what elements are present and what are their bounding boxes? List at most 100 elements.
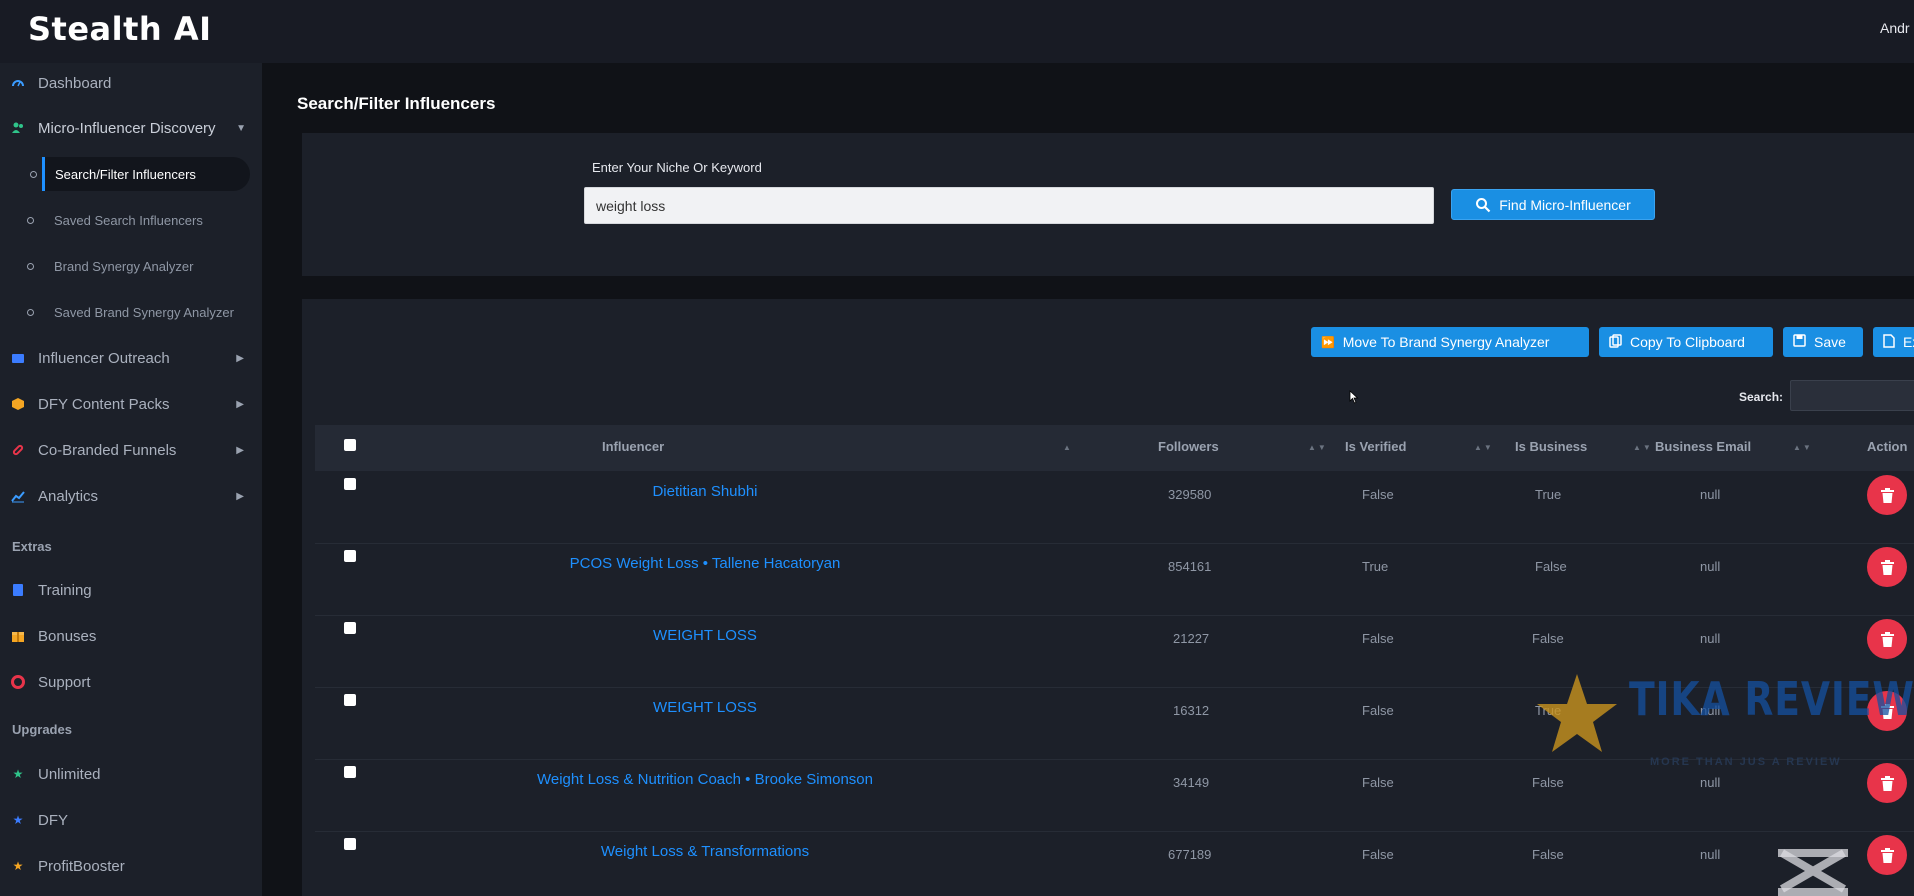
sort-icon[interactable]: ▲▼ xyxy=(1474,443,1494,452)
business-value: False xyxy=(1532,631,1564,646)
verified-value: True xyxy=(1362,559,1389,574)
sidebar-item-co-branded-funnels[interactable]: Co-Branded Funnels ▶ xyxy=(0,433,262,467)
influencer-link[interactable]: WEIGHT LOSS xyxy=(405,699,1005,716)
email-value: null xyxy=(1700,847,1721,862)
export-all-button[interactable]: Export All To xyxy=(1873,327,1914,357)
star-logo-icon xyxy=(1537,674,1617,752)
email-value: null xyxy=(1700,559,1721,574)
sidebar-item-label: Micro-Influencer Discovery xyxy=(38,119,216,137)
delete-button[interactable] xyxy=(1867,835,1907,875)
col-influencer[interactable]: Influencer xyxy=(602,439,664,454)
gift-icon xyxy=(10,628,26,644)
email-value: null xyxy=(1700,487,1721,502)
col-business-email[interactable]: Business Email xyxy=(1655,439,1751,454)
business-value: False xyxy=(1532,775,1564,790)
caret-down-icon: ▼ xyxy=(236,122,246,134)
sidebar-item-unlimited[interactable]: ★ Unlimited xyxy=(0,757,262,791)
sidebar-subitem-saved-brand-synergy-analyzer[interactable]: Saved Brand Synergy Analyzer xyxy=(0,295,262,329)
search-icon xyxy=(1476,197,1491,212)
email-value: null xyxy=(1700,631,1721,646)
sort-icon[interactable]: ▲▼ xyxy=(1308,443,1328,452)
sidebar-item-training[interactable]: Training xyxy=(0,573,262,607)
delete-button[interactable] xyxy=(1867,763,1907,803)
col-is-verified[interactable]: Is Verified xyxy=(1345,439,1406,454)
sidebar-item-dfy[interactable]: ★ DFY xyxy=(0,803,262,837)
caret-right-icon: ▶ xyxy=(236,444,244,456)
row-checkbox[interactable] xyxy=(344,478,356,490)
book-icon xyxy=(10,582,26,598)
table-row: Weight Loss & Nutrition Coach • Brooke S… xyxy=(315,760,1914,832)
row-checkbox[interactable] xyxy=(344,550,356,562)
row-checkbox[interactable] xyxy=(344,838,356,850)
mouse-cursor-icon xyxy=(1349,390,1359,404)
col-is-business[interactable]: Is Business xyxy=(1515,439,1587,454)
capcut-logo-icon xyxy=(1778,849,1848,896)
influencer-link[interactable]: WEIGHT LOSS xyxy=(405,627,1005,644)
sidebar-item-label: Unlimited xyxy=(38,765,101,783)
keyword-input[interactable] xyxy=(584,187,1434,224)
user-name[interactable]: Andr xyxy=(1880,20,1914,36)
col-followers[interactable]: Followers xyxy=(1158,439,1219,454)
main-content: Search/Filter Influencers Enter Your Nic… xyxy=(262,63,1914,896)
copy-to-clipboard-button[interactable]: Copy To Clipboard xyxy=(1599,327,1773,357)
circle-icon xyxy=(27,308,34,316)
sidebar-item-bonuses[interactable]: Bonuses xyxy=(0,619,262,653)
select-all-checkbox[interactable] xyxy=(344,439,356,451)
influencer-link[interactable]: PCOS Weight Loss • Tallene Hacatoryan xyxy=(405,555,1005,572)
sort-icon[interactable]: ▲ xyxy=(1063,443,1073,452)
row-checkbox[interactable] xyxy=(344,766,356,778)
verified-value: False xyxy=(1362,847,1394,862)
verified-value: False xyxy=(1362,775,1394,790)
sidebar-item-label: ProfitBooster xyxy=(38,857,125,875)
followers-value: 21227 xyxy=(1173,631,1210,646)
find-button-label: Find Micro-Influencer xyxy=(1499,196,1631,213)
sort-icon[interactable]: ▲▼ xyxy=(1793,443,1813,452)
save-button-label: Save xyxy=(1814,334,1846,350)
sidebar-subitem-label: Saved Brand Synergy Analyzer xyxy=(54,304,234,320)
trash-icon xyxy=(1880,847,1894,863)
delete-button[interactable] xyxy=(1867,475,1907,515)
watermark-title: TIKA REVIEW xyxy=(1629,672,1914,726)
sidebar-item-profitbooster[interactable]: ★ ProfitBooster xyxy=(0,849,262,883)
star-icon: ★ xyxy=(12,767,24,781)
sidebar-item-label: Analytics xyxy=(38,487,99,505)
influencer-link[interactable]: Weight Loss & Transformations xyxy=(405,843,1005,860)
sidebar-item-dfy-content-packs[interactable]: DFY Content Packs ▶ xyxy=(0,387,262,421)
table-row: Weight Loss & Transformations 677189 Fal… xyxy=(315,832,1914,896)
influencer-link[interactable]: Dietitian Shubhi xyxy=(405,483,1005,500)
lifebuoy-icon xyxy=(10,674,26,690)
envelope-icon xyxy=(10,350,26,366)
chart-icon xyxy=(10,488,26,504)
top-bar: Stealth AI Andr xyxy=(0,0,1914,63)
sidebar-item-micro-influencer-discovery[interactable]: Micro-Influencer Discovery ▼ xyxy=(0,111,262,145)
sidebar-heading-extras: Extras xyxy=(12,539,52,554)
sidebar-item-label: DFY xyxy=(38,811,68,829)
row-checkbox[interactable] xyxy=(344,694,356,706)
save-button[interactable]: Save xyxy=(1783,327,1863,357)
sort-icon[interactable]: ▲▼ xyxy=(1633,443,1653,452)
delete-button[interactable] xyxy=(1867,547,1907,587)
influencer-link[interactable]: Weight Loss & Nutrition Coach • Brooke S… xyxy=(405,771,1005,788)
sidebar-item-support[interactable]: Support xyxy=(0,665,262,699)
find-micro-influencer-button[interactable]: Find Micro-Influencer xyxy=(1451,189,1655,220)
app-logo[interactable]: Stealth AI xyxy=(28,10,212,48)
table-search-input[interactable] xyxy=(1790,380,1914,411)
sidebar-subitem-search-filter-influencers[interactable]: Search/Filter Influencers xyxy=(30,157,250,191)
row-checkbox[interactable] xyxy=(344,622,356,634)
table-row: PCOS Weight Loss • Tallene Hacatoryan 85… xyxy=(315,544,1914,616)
move-to-brand-synergy-button[interactable]: ⏩ Move To Brand Synergy Analyzer xyxy=(1311,327,1589,357)
verified-value: False xyxy=(1362,631,1394,646)
sidebar-item-analytics[interactable]: Analytics ▶ xyxy=(0,479,262,513)
delete-button[interactable] xyxy=(1867,619,1907,659)
sidebar-subitem-label: Search/Filter Influencers xyxy=(55,166,196,182)
page-title: Search/Filter Influencers xyxy=(297,94,496,113)
circle-icon xyxy=(30,170,37,178)
sidebar-item-influencer-outreach[interactable]: Influencer Outreach ▶ xyxy=(0,341,262,375)
sidebar-subitem-brand-synergy-analyzer[interactable]: Brand Synergy Analyzer xyxy=(0,249,262,283)
followers-value: 34149 xyxy=(1173,775,1210,790)
sidebar-item-label: DFY Content Packs xyxy=(38,395,170,413)
sidebar-item-label: Bonuses xyxy=(38,627,97,645)
sidebar-subitem-saved-search-influencers[interactable]: Saved Search Influencers xyxy=(0,203,262,237)
sidebar-item-dashboard[interactable]: Dashboard xyxy=(0,66,262,100)
trash-icon xyxy=(1880,559,1894,575)
